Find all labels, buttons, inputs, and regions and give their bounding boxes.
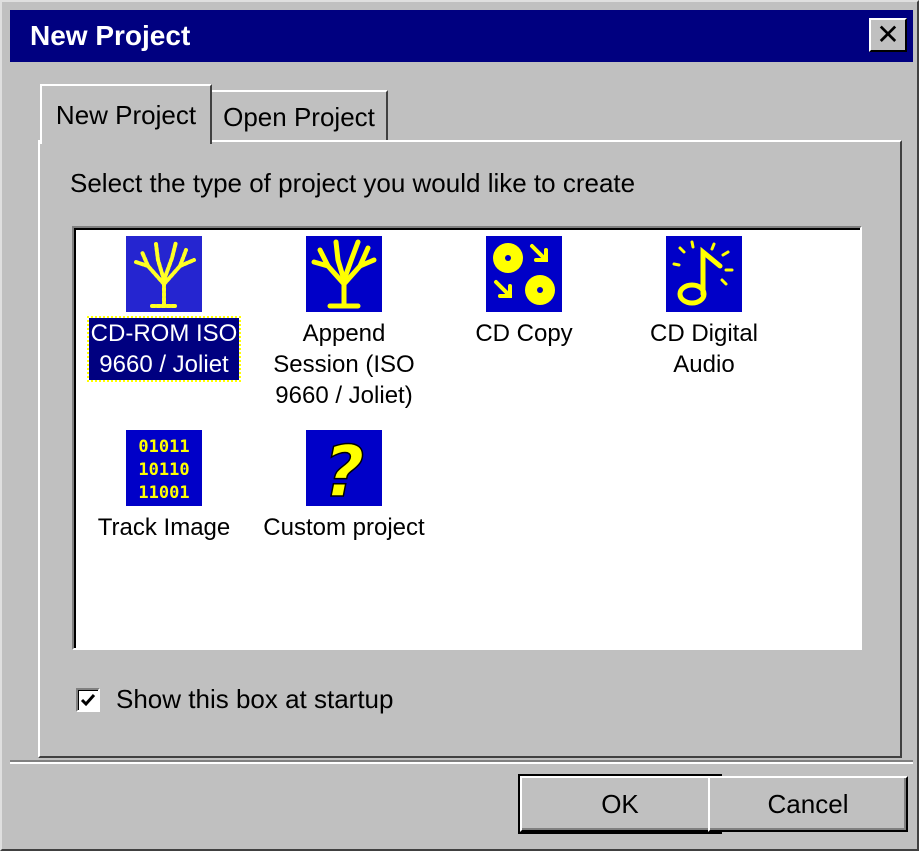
tab-panel — [38, 140, 902, 758]
tab-new-project[interactable]: New Project — [40, 84, 212, 144]
cancel-button-label: Cancel — [767, 788, 849, 819]
active-tab-joint — [42, 138, 208, 144]
cancel-button[interactable]: Cancel — [708, 776, 908, 832]
title-bar[interactable]: New Project ✕ — [10, 10, 913, 62]
tab-new-project-label: New Project — [55, 99, 197, 130]
button-divider — [10, 760, 913, 764]
close-button[interactable]: ✕ — [869, 18, 907, 52]
tab-open-project[interactable]: Open Project — [210, 90, 388, 142]
new-project-dialog: New Project ✕ New Project Open Project S… — [0, 0, 919, 851]
ok-button-label: OK — [601, 788, 639, 819]
ok-button[interactable]: OK — [518, 774, 722, 834]
tab-open-project-label: Open Project — [223, 101, 375, 132]
window-title: New Project — [30, 20, 191, 51]
close-icon: ✕ — [876, 19, 900, 50]
